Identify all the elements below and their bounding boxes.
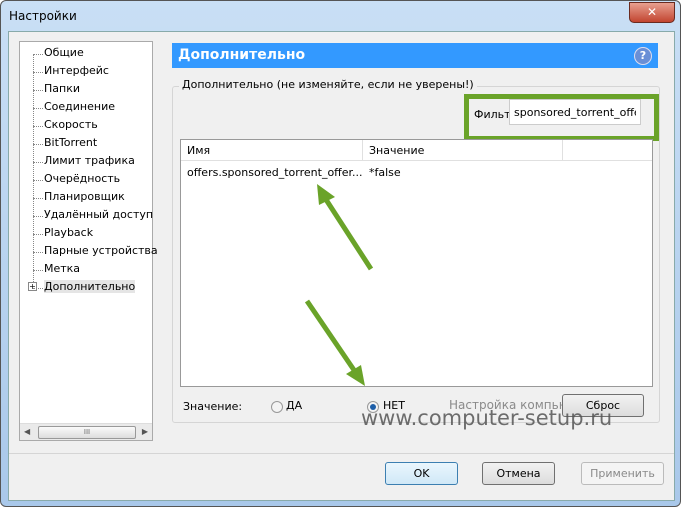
arrow-up	[322, 196, 374, 271]
annotation-arrows	[304, 184, 374, 386]
arrow-down	[304, 299, 359, 375]
settings-window: Настройки ✕ + Общие Интерфейс Папки Соедине…	[0, 0, 681, 507]
